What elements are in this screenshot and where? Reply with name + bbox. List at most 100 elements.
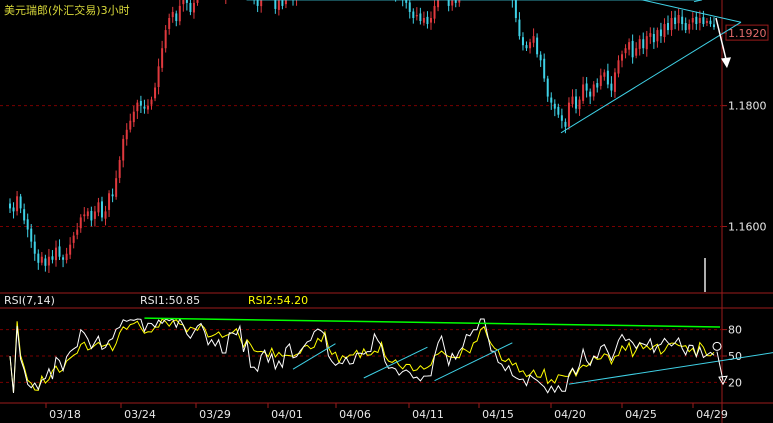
candle-body bbox=[104, 211, 107, 219]
candle-body bbox=[415, 14, 418, 17]
candle-body bbox=[182, 0, 185, 5]
candle-body bbox=[125, 129, 128, 140]
candle-body bbox=[16, 196, 19, 212]
candle-body bbox=[136, 102, 139, 112]
candle-body bbox=[76, 229, 79, 235]
candle-body bbox=[525, 45, 528, 49]
candle-body bbox=[705, 21, 708, 23]
candle-body bbox=[638, 39, 641, 49]
candle-body bbox=[164, 30, 167, 49]
candle-body bbox=[122, 138, 125, 161]
candle-body bbox=[65, 253, 68, 261]
price-tick-label: 1.1800 bbox=[728, 100, 767, 113]
candle-body bbox=[44, 258, 47, 266]
candle-body bbox=[79, 217, 82, 229]
candle-body bbox=[256, 0, 259, 6]
x-tick-label: 04/15 bbox=[482, 408, 514, 421]
rsi1-value: RSI1:50.85 bbox=[140, 294, 200, 307]
candle-body bbox=[51, 256, 54, 260]
candle-body bbox=[422, 18, 425, 23]
candle-body bbox=[108, 193, 111, 210]
candle-body bbox=[115, 178, 118, 197]
candle-body bbox=[433, 5, 436, 19]
candle-body bbox=[564, 121, 567, 127]
candle-body bbox=[592, 84, 595, 97]
candle-body bbox=[553, 103, 556, 109]
x-tick-label: 04/01 bbox=[271, 408, 303, 421]
x-tick-label: 03/24 bbox=[124, 408, 156, 421]
candle-body bbox=[589, 91, 592, 97]
candle-body bbox=[54, 247, 57, 261]
candle-body bbox=[521, 37, 524, 46]
candle-body bbox=[146, 105, 149, 110]
x-tick-label: 04/25 bbox=[625, 408, 657, 421]
candle-body bbox=[419, 13, 422, 22]
candle-body bbox=[670, 18, 673, 31]
candle-body bbox=[139, 100, 142, 106]
candle-body bbox=[610, 83, 613, 91]
candle-body bbox=[539, 54, 542, 61]
candle-body bbox=[37, 253, 40, 263]
candle-body bbox=[560, 115, 563, 121]
chart-title: 美元瑞郎(外汇交易)3小时 bbox=[4, 3, 130, 17]
x-tick-label: 04/29 bbox=[696, 408, 728, 421]
candle-body bbox=[111, 194, 114, 197]
candle-body bbox=[157, 66, 160, 87]
candle-body bbox=[606, 70, 609, 85]
candle-body bbox=[454, 0, 457, 3]
candle-body bbox=[426, 16, 429, 25]
x-tick-label: 04/06 bbox=[339, 408, 371, 421]
candle-body bbox=[557, 106, 560, 115]
candle-body bbox=[532, 36, 535, 43]
candle-body bbox=[649, 33, 652, 37]
candle-body bbox=[674, 17, 677, 25]
candle-body bbox=[709, 20, 712, 25]
candle-body bbox=[47, 256, 50, 266]
candle-body bbox=[631, 40, 634, 58]
candle-body bbox=[603, 72, 606, 77]
x-tick-label: 04/11 bbox=[412, 408, 444, 421]
candle-body bbox=[688, 24, 691, 30]
candle-body bbox=[90, 210, 93, 221]
candle-body bbox=[624, 48, 627, 54]
candle-body bbox=[33, 241, 36, 254]
candle-body bbox=[437, 0, 440, 8]
candle-body bbox=[567, 102, 570, 127]
candle-body bbox=[684, 23, 687, 31]
candle-body bbox=[514, 0, 517, 19]
candle-body bbox=[178, 5, 181, 22]
candle-body bbox=[69, 244, 72, 255]
candle-body bbox=[40, 256, 43, 263]
background bbox=[0, 0, 773, 423]
candle-body bbox=[83, 214, 86, 217]
candle-body bbox=[702, 17, 705, 25]
candle-body bbox=[274, 0, 277, 9]
candle-body bbox=[9, 203, 11, 209]
candle-body bbox=[175, 13, 178, 22]
candle-body bbox=[536, 37, 539, 55]
candle-body bbox=[575, 96, 578, 109]
candle-body bbox=[185, 0, 188, 3]
price-tick-label: 1.1600 bbox=[728, 221, 767, 234]
candle-body bbox=[578, 99, 581, 110]
candle-body bbox=[628, 42, 631, 50]
candle-body bbox=[277, 0, 280, 10]
rsi-tick-label: 50 bbox=[728, 350, 742, 363]
candle-body bbox=[642, 39, 645, 49]
candle-body bbox=[26, 219, 29, 230]
candle-body bbox=[405, 0, 408, 3]
chart-canvas: 1.19201.20001.18001.1600 805020 03/1803/… bbox=[0, 0, 773, 423]
candle-body bbox=[23, 209, 26, 221]
candle-body bbox=[192, 2, 195, 13]
candle-body bbox=[429, 18, 432, 23]
rsi-tick-label: 80 bbox=[728, 324, 742, 337]
candle-body bbox=[58, 246, 61, 257]
rsi-label: RSI(7,14) bbox=[4, 294, 55, 307]
candle-body bbox=[196, 0, 199, 3]
candle-body bbox=[143, 106, 146, 109]
candle-body bbox=[189, 2, 192, 12]
rsi-tick-label: 20 bbox=[728, 376, 742, 389]
candle-body bbox=[635, 48, 638, 56]
rsi2-value: RSI2:54.20 bbox=[248, 294, 308, 307]
candle-body bbox=[659, 29, 662, 37]
